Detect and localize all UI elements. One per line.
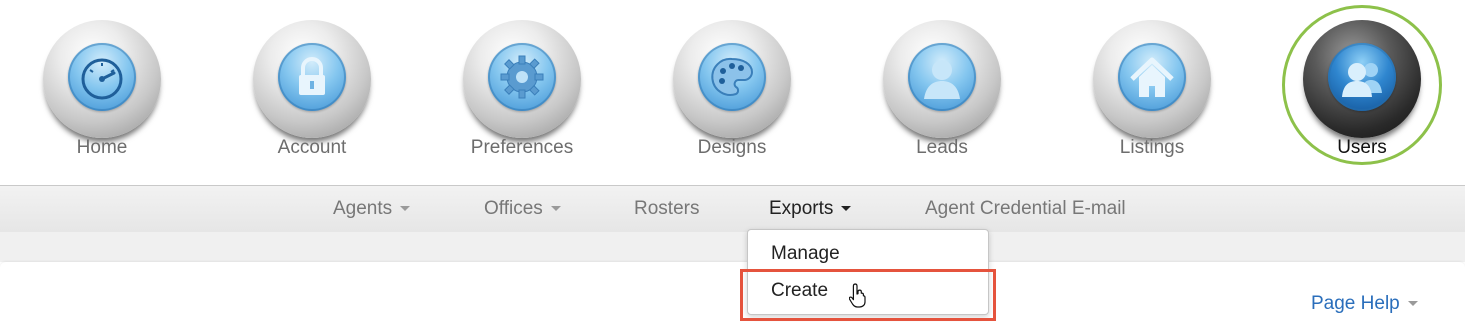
nav-item-users[interactable]: Users [1262, 0, 1462, 184]
nav-item-listings[interactable]: Listings [1052, 0, 1252, 184]
page-help-link[interactable]: Page Help [1311, 293, 1418, 315]
nav-item-leads[interactable]: Leads [842, 0, 1042, 184]
caret-down-icon [400, 206, 411, 212]
dashboard-gauge-icon [81, 58, 123, 100]
nav-orb [883, 20, 1001, 138]
hand-pointer-cursor-icon [849, 283, 866, 308]
subnav-rosters-label: Rosters [634, 198, 700, 219]
subnav-exports[interactable]: Exports [769, 198, 852, 220]
nav-label-home: Home [76, 137, 128, 158]
subnav-agents[interactable]: Agents [333, 198, 411, 220]
nav-item-designs[interactable]: Designs [632, 0, 832, 184]
nav-item-account[interactable]: Account [212, 0, 412, 184]
nav-label-listings: Listings [1119, 137, 1185, 158]
top-navigation-bar: Home Account Preferences Designs Leads L… [0, 0, 1465, 184]
subnav-exports-label: Exports [769, 198, 834, 219]
nav-label-leads: Leads [916, 137, 968, 158]
nav-label-preferences: Preferences [470, 137, 574, 158]
subnav-rosters[interactable]: Rosters [634, 198, 699, 220]
nav-orb [1093, 20, 1211, 138]
caret-down-icon [550, 206, 561, 212]
nav-orb [1303, 20, 1421, 138]
page-background-band [0, 232, 1465, 262]
subnav-agent-credential-email-label: Agent Credential E-mail [925, 198, 1126, 219]
subnav-offices-label: Offices [484, 198, 543, 219]
person-icon [924, 60, 960, 99]
nav-label-account: Account [277, 137, 347, 158]
page-help-label: Page Help [1311, 293, 1400, 314]
content-panel [0, 262, 1465, 322]
subnav-agent-credential-email[interactable]: Agent Credential E-mail [925, 198, 1126, 220]
sub-navigation-bar: Agents Offices Rosters Exports Agent Cre… [0, 185, 1465, 233]
nav-label-users: Users [1337, 137, 1387, 158]
menu-item-manage[interactable]: Manage [771, 243, 840, 265]
house-icon [1130, 57, 1174, 97]
nav-orb [253, 20, 371, 138]
nav-orb [43, 20, 161, 138]
nav-orb [673, 20, 791, 138]
gear-icon [500, 55, 544, 99]
subnav-agents-label: Agents [333, 198, 393, 219]
users-icon [1342, 63, 1382, 97]
caret-down-icon [841, 206, 852, 212]
nav-label-designs: Designs [697, 137, 767, 158]
nav-item-preferences[interactable]: Preferences [422, 0, 622, 184]
lock-icon [299, 57, 325, 95]
create-highlight-box [740, 269, 996, 321]
caret-down-icon [1407, 301, 1418, 307]
subnav-offices[interactable]: Offices [484, 198, 561, 220]
palette-icon [711, 57, 754, 96]
nav-orb [463, 20, 581, 138]
nav-item-home[interactable]: Home [2, 0, 202, 184]
